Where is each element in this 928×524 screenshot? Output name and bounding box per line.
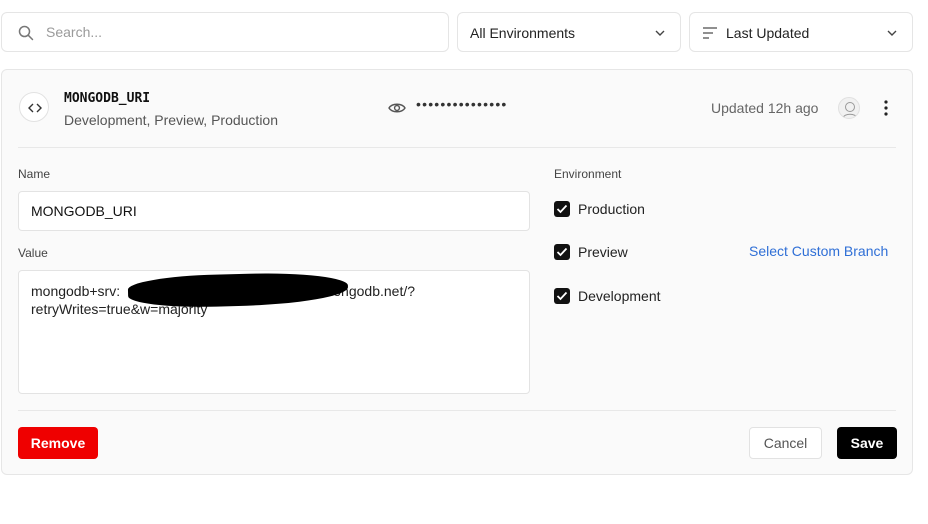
variable-environments: Development, Preview, Production [64, 112, 278, 128]
environment-filter-select[interactable]: All Environments [457, 12, 681, 52]
updated-timestamp: Updated 12h ago [711, 100, 819, 116]
environment-label: Environment [554, 167, 622, 181]
checkbox-label: Development [578, 288, 661, 304]
search-input[interactable] [46, 13, 436, 51]
toolbar: All Environments Last Updated [0, 12, 914, 52]
avatar [838, 97, 860, 119]
chevron-down-icon [887, 30, 897, 36]
checkbox-checked-icon[interactable] [554, 201, 570, 217]
value-label: Value [18, 246, 48, 260]
select-custom-branch-link[interactable]: Select Custom Branch [749, 243, 888, 259]
env-variable-card: MONGODB_URI Development, Preview, Produc… [1, 69, 913, 475]
sort-lines-icon [703, 27, 717, 39]
name-input[interactable] [18, 191, 530, 231]
search-box[interactable] [1, 12, 449, 52]
masked-value: ••••••••••••••• [416, 96, 508, 112]
checkbox-label: Production [578, 201, 645, 217]
checkbox-label: Preview [578, 244, 628, 260]
chevron-down-icon [655, 30, 665, 36]
more-vertical-icon[interactable] [878, 98, 894, 118]
divider [18, 147, 896, 148]
eye-icon[interactable] [388, 101, 406, 115]
cancel-button[interactable]: Cancel [749, 427, 822, 459]
checkbox-checked-icon[interactable] [554, 244, 570, 260]
variable-name: MONGODB_URI [64, 91, 151, 106]
search-icon [18, 25, 34, 41]
divider [18, 410, 896, 411]
environment-filter-label: All Environments [470, 25, 576, 41]
checkbox-checked-icon[interactable] [554, 288, 570, 304]
remove-button[interactable]: Remove [18, 427, 98, 459]
sort-select[interactable]: Last Updated [689, 12, 913, 52]
name-label: Name [18, 167, 51, 181]
code-brackets-icon [19, 92, 49, 122]
sort-label: Last Updated [726, 25, 810, 41]
save-button[interactable]: Save [837, 427, 897, 459]
